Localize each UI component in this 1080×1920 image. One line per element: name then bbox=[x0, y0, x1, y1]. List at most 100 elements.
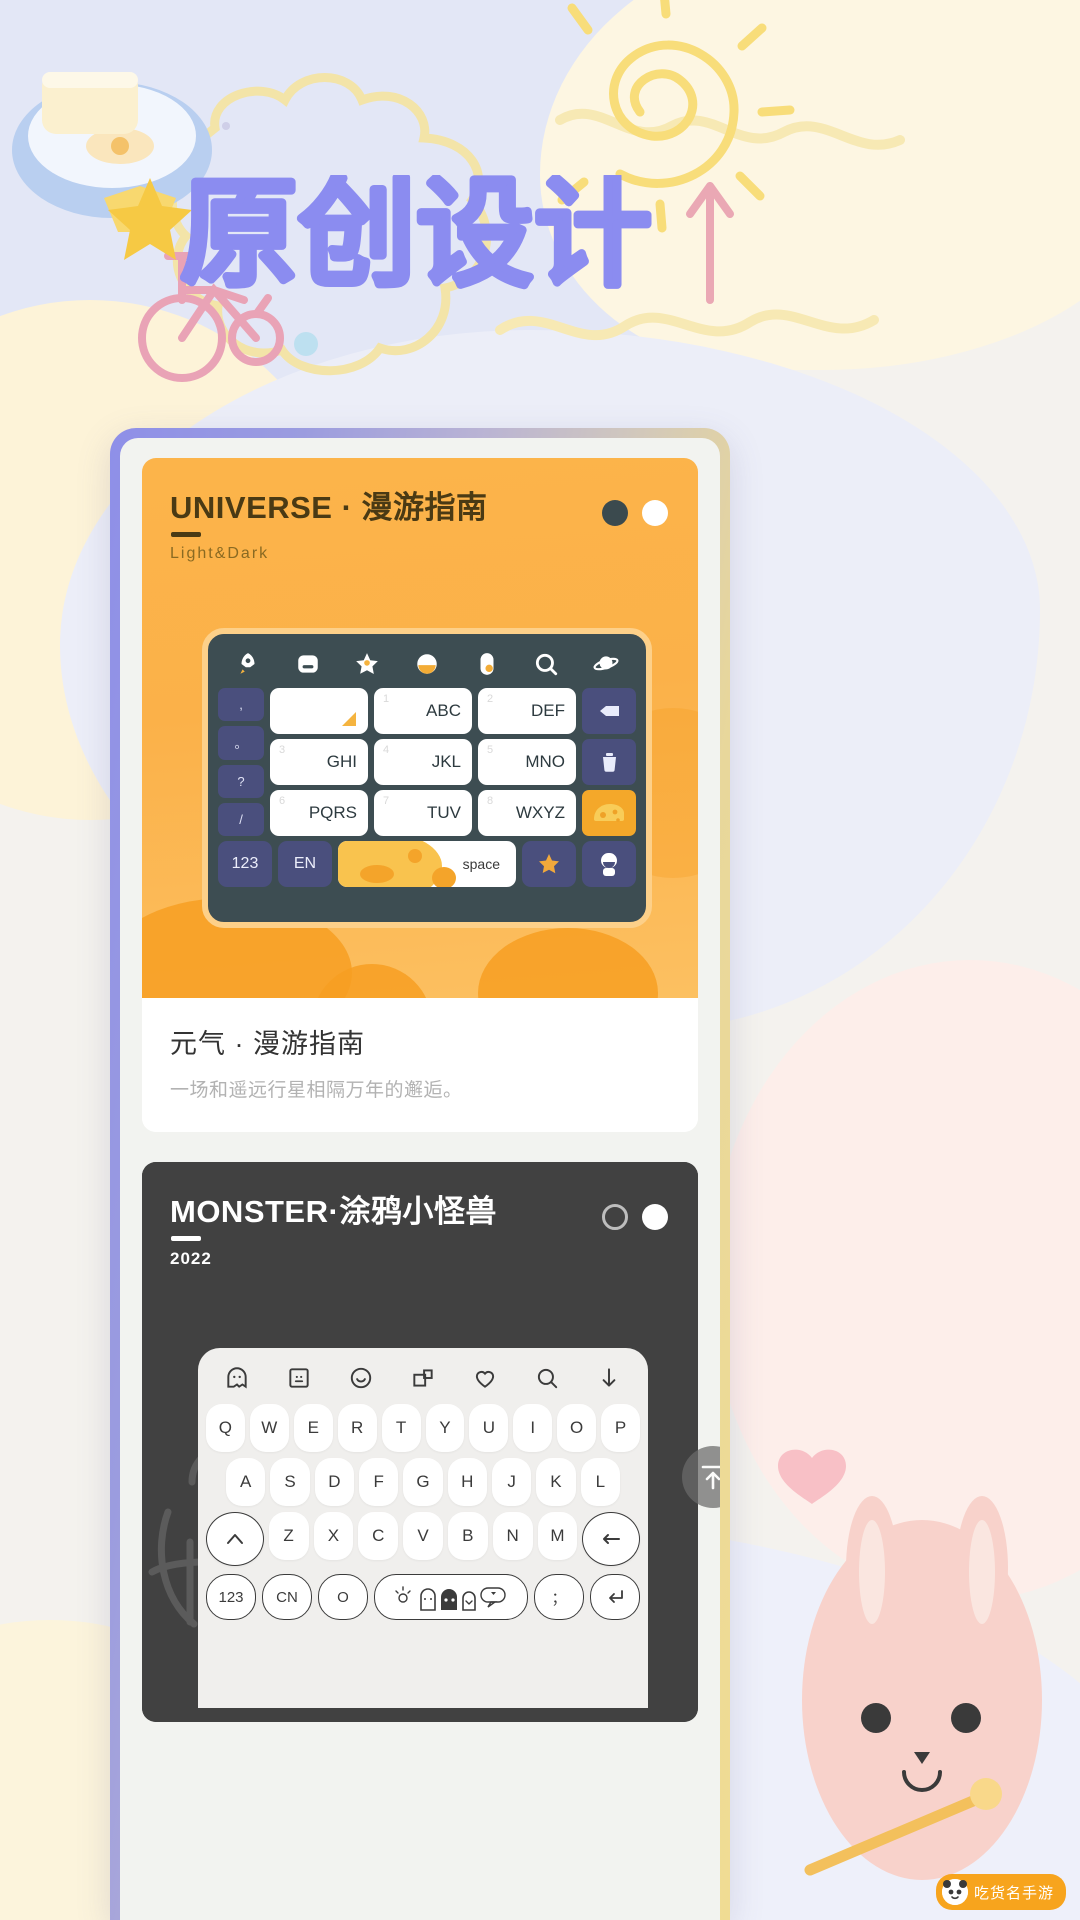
key-space[interactable]: space bbox=[338, 841, 516, 887]
key-cheese[interactable] bbox=[582, 790, 636, 836]
sticker-icon[interactable] bbox=[286, 1365, 312, 1391]
key-a[interactable]: A bbox=[226, 1458, 266, 1506]
key-f[interactable]: F bbox=[359, 1458, 399, 1506]
dot-dark-mode[interactable] bbox=[602, 1204, 628, 1230]
monster-bottom-row[interactable]: 123 CN O ； bbox=[206, 1574, 640, 1620]
key-emoji-space[interactable] bbox=[374, 1574, 528, 1620]
cheese-hole bbox=[408, 849, 422, 863]
key-i[interactable]: I bbox=[513, 1404, 553, 1452]
key-z[interactable]: Z bbox=[268, 1512, 309, 1560]
ghost-icon[interactable] bbox=[224, 1365, 250, 1391]
key-sticker-star[interactable] bbox=[522, 841, 576, 887]
key-4-ghi[interactable]: 3 GHI bbox=[270, 739, 368, 785]
key-6-mno[interactable]: 5 MNO bbox=[478, 739, 576, 785]
key-language-en[interactable]: EN bbox=[278, 841, 332, 887]
monster-keyboard[interactable]: Q W E R T Y U I O P A S D F G H J K L Z … bbox=[198, 1348, 648, 1708]
key-backspace[interactable] bbox=[582, 688, 636, 734]
keyboard-icon[interactable] bbox=[295, 651, 321, 677]
key-language-cn[interactable]: CN bbox=[262, 1574, 312, 1620]
universe-bottom-row[interactable]: 123 EN space bbox=[218, 841, 636, 887]
key-q[interactable]: Q bbox=[205, 1404, 245, 1452]
key-y[interactable]: Y bbox=[425, 1404, 465, 1452]
qwerty-row-1[interactable]: Q W E R T Y U I O P bbox=[205, 1404, 641, 1452]
key-p[interactable]: P bbox=[601, 1404, 641, 1452]
key-1[interactable] bbox=[270, 688, 368, 734]
key-123[interactable]: 123 bbox=[218, 841, 272, 887]
universe-keyboard-toolbar[interactable] bbox=[218, 644, 636, 684]
key-r[interactable]: R bbox=[337, 1404, 377, 1452]
key-t[interactable]: T bbox=[381, 1404, 421, 1452]
key-label: DEF bbox=[531, 701, 565, 720]
key-semicolon[interactable]: ； bbox=[534, 1574, 584, 1620]
key-circle-o[interactable]: O bbox=[318, 1574, 368, 1620]
arrow-down-icon[interactable] bbox=[596, 1365, 622, 1391]
key-v[interactable]: V bbox=[403, 1512, 443, 1560]
key-delete[interactable] bbox=[582, 739, 636, 785]
key-u[interactable]: U bbox=[469, 1404, 509, 1452]
universe-keyboard[interactable]: , 。 ? / 1 ABC 2 DEF 3 GHI 4 JKL 5 MNO 6 … bbox=[202, 628, 652, 928]
key-8-tuv[interactable]: 7 TUV bbox=[374, 790, 472, 836]
qwerty-row-2[interactable]: A S D F G H J K L bbox=[206, 1458, 640, 1506]
key-n[interactable]: N bbox=[492, 1512, 533, 1560]
key-j[interactable]: J bbox=[491, 1458, 532, 1506]
monster-keyboard-toolbar[interactable] bbox=[206, 1358, 640, 1398]
key-backspace[interactable] bbox=[582, 1512, 641, 1566]
rocket-icon[interactable] bbox=[235, 651, 261, 677]
key-9-wxyz[interactable]: 8 WXYZ bbox=[478, 790, 576, 836]
key-e[interactable]: E bbox=[293, 1404, 333, 1452]
search-icon[interactable] bbox=[534, 1365, 560, 1391]
key-o[interactable]: O bbox=[557, 1404, 597, 1452]
universe-punctuation-column[interactable]: , 。 ? / bbox=[218, 688, 264, 836]
key-comma[interactable]: , bbox=[218, 688, 264, 722]
key-g[interactable]: G bbox=[403, 1458, 443, 1506]
theme-card-monster[interactable]: MONSTER·涂鸦小怪兽 2022 Q W E R T Y U I O P A… bbox=[142, 1162, 698, 1722]
theme-list[interactable]: UNIVERSE · 漫游指南 Light&Dark , 。 ? / 1 ABC… bbox=[120, 438, 720, 1722]
key-row[interactable]: 6 PQRS 7 TUV 8 WXYZ bbox=[270, 790, 576, 836]
key-s[interactable]: S bbox=[270, 1458, 310, 1506]
universe-key-grid[interactable]: , 。 ? / 1 ABC 2 DEF 3 GHI 4 JKL 5 MNO 6 … bbox=[218, 688, 636, 836]
key-period[interactable]: 。 bbox=[218, 726, 264, 760]
key-3-def[interactable]: 2 DEF bbox=[478, 688, 576, 734]
moon-icon[interactable] bbox=[414, 651, 440, 677]
key-k[interactable]: K bbox=[536, 1458, 576, 1506]
planet-icon[interactable] bbox=[474, 651, 500, 677]
key-enter[interactable] bbox=[590, 1574, 640, 1620]
dot-dark-mode[interactable] bbox=[602, 500, 628, 526]
universe-caption: 元气 · 漫游指南 一场和遥远行星相隔万年的邂逅。 bbox=[142, 998, 698, 1132]
key-shift[interactable] bbox=[206, 1512, 264, 1566]
key-5-jkl[interactable]: 4 JKL bbox=[374, 739, 472, 785]
layers-icon[interactable] bbox=[410, 1365, 436, 1391]
key-c[interactable]: C bbox=[358, 1512, 399, 1560]
universe-caption-subtitle: 一场和遥远行星相隔万年的邂逅。 bbox=[170, 1080, 463, 1101]
key-slash[interactable]: / bbox=[218, 802, 264, 836]
key-question[interactable]: ? bbox=[218, 764, 264, 798]
saturn-icon[interactable] bbox=[593, 651, 619, 677]
key-x[interactable]: X bbox=[313, 1512, 354, 1560]
key-123[interactable]: 123 bbox=[206, 1574, 256, 1620]
key-l[interactable]: L bbox=[580, 1458, 620, 1506]
universe-card-title: UNIVERSE · 漫游指南 bbox=[170, 490, 488, 525]
dot-light-mode[interactable] bbox=[642, 500, 668, 526]
key-7-pqrs[interactable]: 6 PQRS bbox=[270, 790, 368, 836]
key-row[interactable]: 1 ABC 2 DEF bbox=[270, 688, 576, 734]
universe-function-column[interactable] bbox=[582, 688, 636, 836]
heart-icon[interactable] bbox=[472, 1365, 498, 1391]
smile-icon[interactable] bbox=[348, 1365, 374, 1391]
monster-mode-dots[interactable] bbox=[602, 1204, 668, 1230]
key-d[interactable]: D bbox=[314, 1458, 354, 1506]
phone-screen[interactable]: UNIVERSE · 漫游指南 Light&Dark , 。 ? / 1 ABC… bbox=[120, 438, 720, 1920]
search-icon[interactable] bbox=[533, 651, 559, 677]
key-2-abc[interactable]: 1 ABC bbox=[374, 688, 472, 734]
theme-card-universe[interactable]: UNIVERSE · 漫游指南 Light&Dark , 。 ? / 1 ABC… bbox=[142, 458, 698, 1132]
universe-main-keys[interactable]: 1 ABC 2 DEF 3 GHI 4 JKL 5 MNO 6 PQRS 7 T… bbox=[270, 688, 576, 836]
key-row[interactable]: 3 GHI 4 JKL 5 MNO bbox=[270, 739, 576, 785]
key-m[interactable]: M bbox=[537, 1512, 578, 1560]
key-h[interactable]: H bbox=[447, 1458, 487, 1506]
qwerty-row-3[interactable]: Z X C V B N M bbox=[206, 1512, 641, 1566]
star-icon[interactable] bbox=[354, 651, 380, 677]
universe-mode-dots[interactable] bbox=[602, 500, 668, 526]
key-w[interactable]: W bbox=[249, 1404, 289, 1452]
dot-light-mode[interactable] bbox=[642, 1204, 668, 1230]
key-astronaut-enter[interactable] bbox=[582, 841, 636, 887]
key-b[interactable]: B bbox=[447, 1512, 488, 1560]
